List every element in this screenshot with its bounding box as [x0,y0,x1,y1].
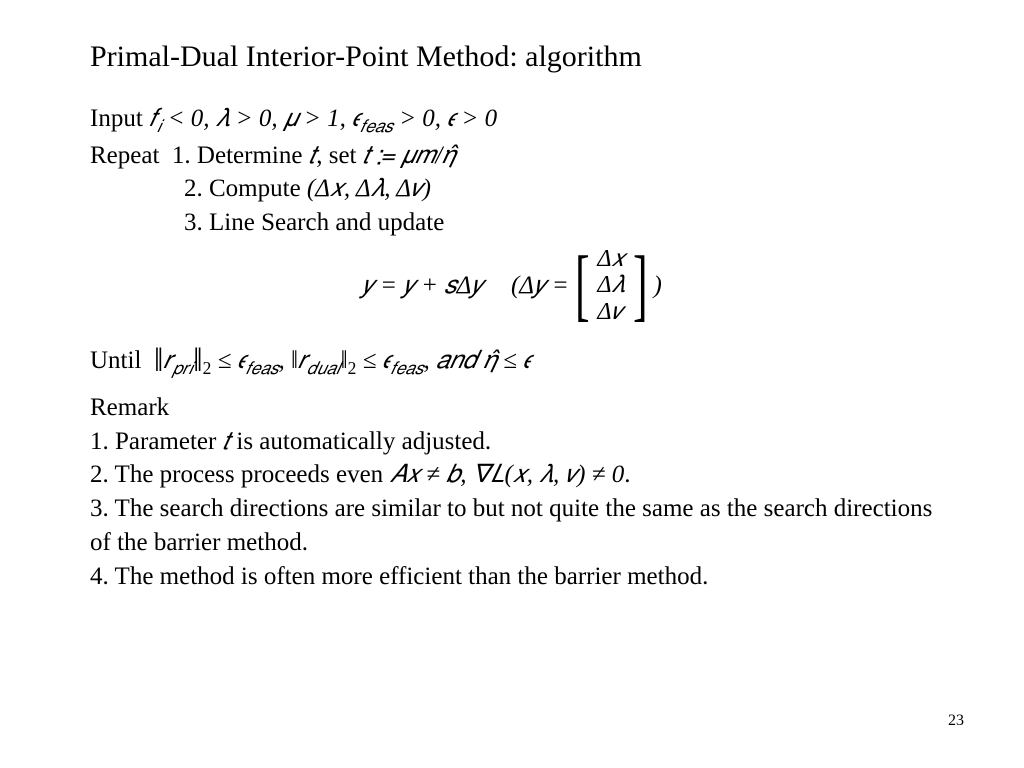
right-bracket-icon: ] [633,245,648,325]
remark2-math: 𝐴𝑥 ≠ 𝑏, ∇𝐿(𝑥, 𝜆, 𝑣) ≠ 0 [389,461,624,488]
eq-right-close: ) [653,269,661,303]
eq-left: 𝑦 = 𝑦 + 𝑠Δ𝑦 [362,269,483,303]
remark-label: Remark [90,391,934,425]
step-2: 2. Compute (Δ𝑥, Δ𝜆, Δ𝑣) [90,172,934,206]
vec-entry-2: Δ𝜆 [597,272,624,298]
until-conditions: ‖𝑟𝑝𝑟𝑖‖2 ≤ 𝜖𝑓𝑒𝑎𝑠, ‖𝑟𝑑𝑢𝑎𝑙‖2 ≤ 𝜖𝑓𝑒𝑎𝑠, 𝑎𝑛𝑑 𝜂… [154,347,531,374]
step1-mid: , set [316,142,363,169]
remark1-var-t: 𝑡 [223,428,231,455]
repeat-line: Repeat 1. Determine 𝑡, set 𝑡 ≔ 𝜇𝑚/𝜂̂ [90,139,934,173]
slide-title: Primal-Dual Interior-Point Method: algor… [90,40,934,74]
step2-text: 2. Compute [184,175,307,202]
remark2-pre: 2. The process proceeds even [90,461,389,488]
slide: Primal-Dual Interior-Point Method: algor… [0,0,1024,768]
step1-assign: 𝑡 ≔ 𝜇𝑚/𝜂̂ [363,142,456,169]
input-conditions: 𝑓𝑖 < 0, 𝜆 > 0, 𝜇 > 1, 𝜖𝑓𝑒𝑎𝑠 > 0, 𝜖 > 0 [149,105,497,132]
remark-1: 1. Parameter 𝑡 is automatically adjusted… [90,425,934,459]
remark1-post: is automatically adjusted. [230,428,491,455]
remark1-pre: 1. Parameter [90,428,223,455]
repeat-label: Repeat [90,142,159,169]
page-number: 23 [948,712,964,730]
vec-entry-3: Δ𝑣 [597,299,624,325]
delta-y-vector: [ Δ𝑥 Δ𝜆 Δ𝑣 ] [569,244,654,327]
step2-math: (Δ𝑥, Δ𝜆, Δ𝑣) [307,175,431,202]
update-equation: 𝑦 = 𝑦 + 𝑠Δ𝑦 (Δ𝑦 = [ Δ𝑥 Δ𝜆 Δ𝑣 ] ) [90,244,934,327]
remark-3: 3. The search directions are similar to … [90,492,934,560]
step-1: 1. Determine 𝑡, set 𝑡 ≔ 𝜇𝑚/𝜂̂ [172,142,456,169]
slide-body: Input 𝑓𝑖 < 0, 𝜆 > 0, 𝜇 > 1, 𝜖𝑓𝑒𝑎𝑠 > 0, 𝜖… [90,102,934,593]
step1-pre: 1. Determine [172,142,309,169]
remark-2: 2. The process proceeds even 𝐴𝑥 ≠ 𝑏, ∇𝐿(… [90,458,934,492]
input-label: Input [90,105,143,132]
vec-entry-1: Δ𝑥 [597,246,624,272]
left-bracket-icon: [ [575,245,590,325]
input-line: Input 𝑓𝑖 < 0, 𝜆 > 0, 𝜇 > 1, 𝜖𝑓𝑒𝑎𝑠 > 0, 𝜖… [90,102,934,139]
remark-4: 4. The method is often more efficient th… [90,560,934,594]
remark2-post: . [624,461,630,488]
eq-right-open: (Δ𝑦 = [511,269,569,303]
until-line: Until ‖𝑟𝑝𝑟𝑖‖2 ≤ 𝜖𝑓𝑒𝑎𝑠, ‖𝑟𝑑𝑢𝑎𝑙‖2 ≤ 𝜖𝑓𝑒𝑎𝑠,… [90,335,934,381]
step-3: 3. Line Search and update [90,206,934,240]
vector-entries: Δ𝑥 Δ𝜆 Δ𝑣 [595,244,626,327]
until-label: Until [90,347,141,374]
